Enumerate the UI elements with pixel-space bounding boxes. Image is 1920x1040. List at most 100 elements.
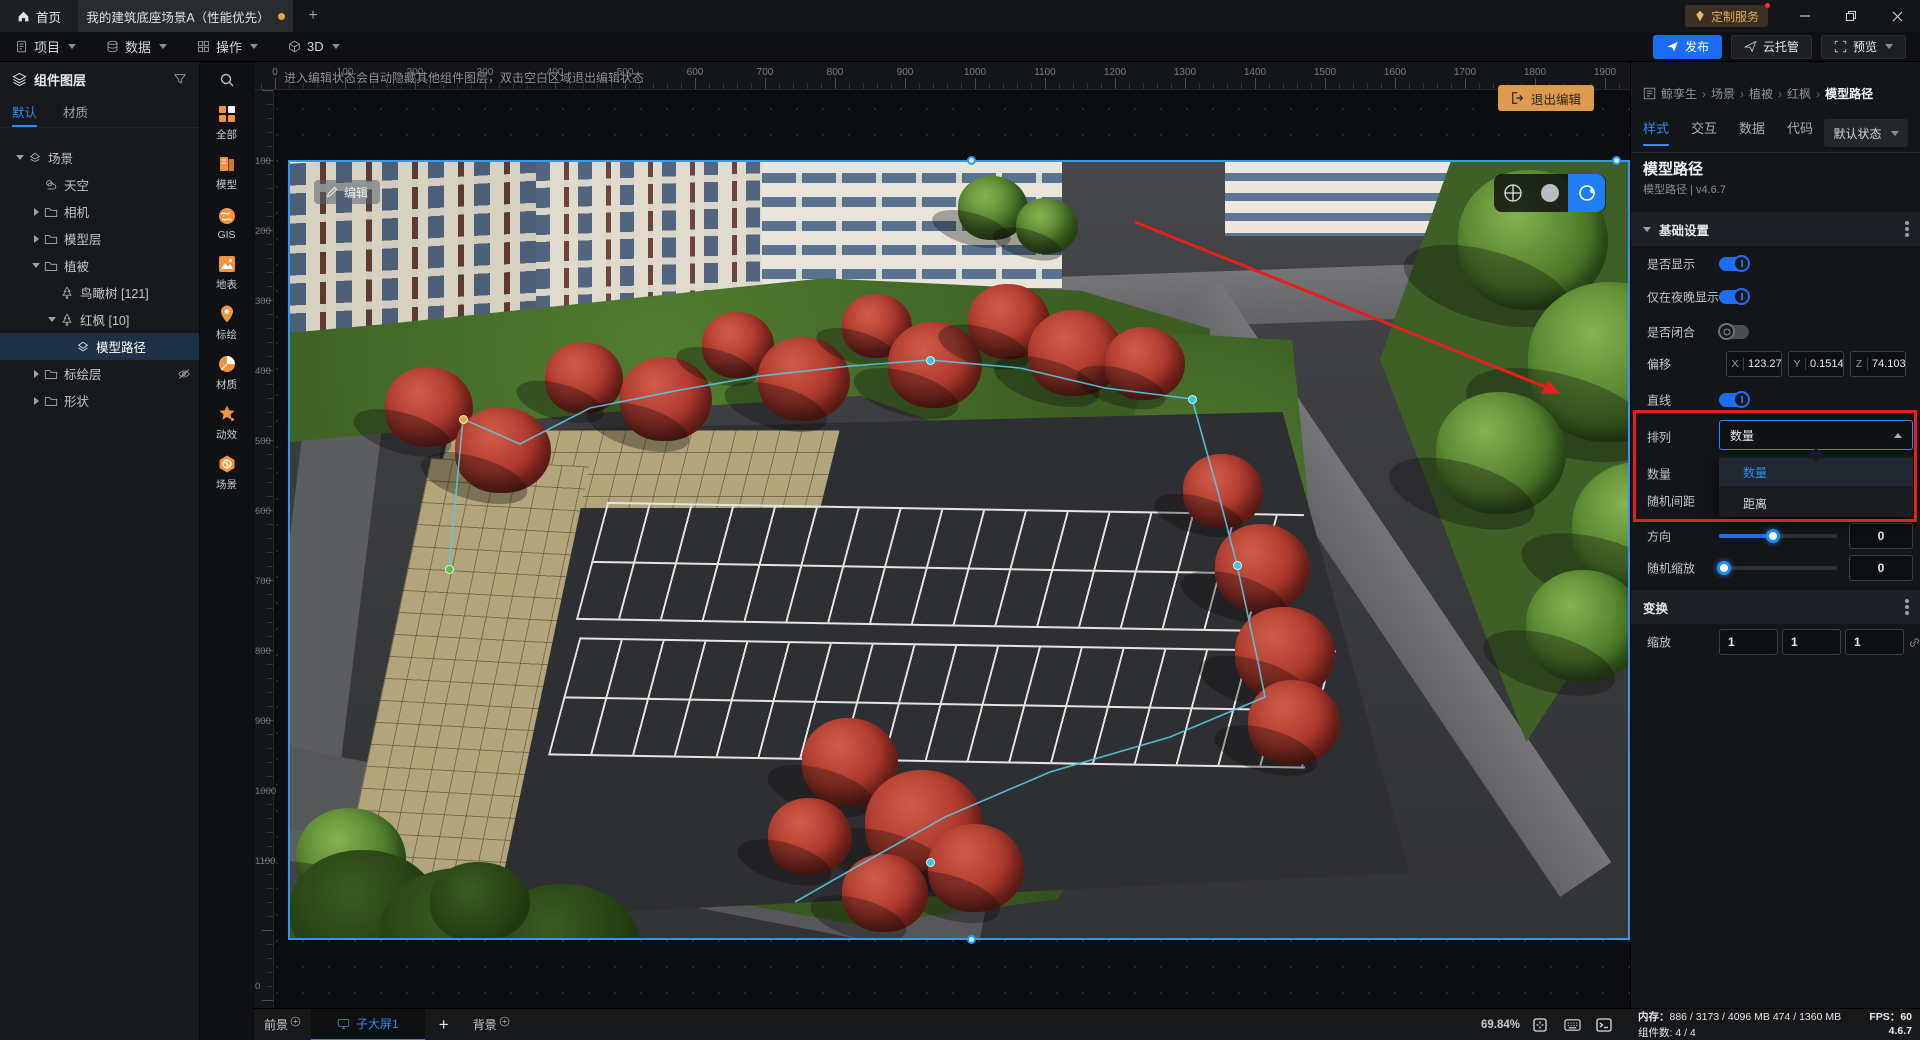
path-waypoint[interactable] bbox=[445, 565, 454, 574]
collapse-icon[interactable] bbox=[48, 317, 56, 322]
orbit-view-button[interactable] bbox=[1568, 174, 1605, 212]
menu-operation[interactable]: 操作 bbox=[182, 32, 273, 61]
link-icon[interactable] bbox=[1908, 636, 1920, 649]
dock-item-scene[interactable]: 场景 bbox=[200, 448, 253, 498]
tree-item-red-maple[interactable]: 红枫 [10] bbox=[0, 306, 199, 333]
dock-item-all[interactable]: 全部 bbox=[200, 98, 253, 148]
dock-item-terrain[interactable]: 地表 bbox=[200, 248, 253, 298]
tree-item-model-layer[interactable]: 模型层 bbox=[0, 225, 199, 252]
custom-service-button[interactable]: 定制服务 bbox=[1685, 5, 1768, 27]
offset-x-input[interactable]: X123.27 bbox=[1726, 351, 1782, 377]
offset-y-input[interactable]: Y0.1514 bbox=[1788, 351, 1844, 377]
add-screen-button[interactable]: + bbox=[425, 1015, 463, 1035]
collapse-icon[interactable] bbox=[32, 263, 40, 268]
dock-item-model[interactable]: 模型 bbox=[200, 148, 253, 198]
add-circle-icon[interactable] bbox=[290, 1016, 301, 1027]
tab-document[interactable]: 我的建筑底座场景A（性能优先） bbox=[78, 0, 293, 32]
globe-view-button[interactable] bbox=[1494, 174, 1531, 212]
menu-data[interactable]: 数据 bbox=[91, 32, 182, 61]
foreground-label[interactable]: 前景 bbox=[254, 1016, 311, 1033]
tab-code[interactable]: 代码 bbox=[1787, 118, 1813, 146]
path-waypoint[interactable] bbox=[926, 356, 935, 365]
maximize-button[interactable] bbox=[1828, 0, 1874, 32]
dock-item-gis[interactable]: GIS bbox=[200, 198, 253, 248]
dropdown-option-distance[interactable]: 距离 bbox=[1719, 489, 1913, 517]
screen-viewport[interactable]: 编辑 bbox=[288, 160, 1630, 940]
close-button[interactable] bbox=[1874, 0, 1920, 32]
offset-z-input[interactable]: Z74.103 bbox=[1850, 351, 1906, 377]
scene-hex-icon bbox=[217, 454, 237, 474]
tab-material[interactable]: 材质 bbox=[63, 96, 88, 127]
dropdown-option-count[interactable]: 数量 bbox=[1719, 458, 1913, 486]
kebab-menu-icon[interactable] bbox=[1905, 227, 1909, 231]
resize-handle-top-right[interactable] bbox=[1612, 156, 1621, 165]
arrange-select[interactable]: 数量 bbox=[1719, 420, 1913, 450]
expand-icon[interactable] bbox=[34, 370, 39, 378]
publish-button[interactable]: 发布 bbox=[1653, 35, 1722, 59]
add-circle-icon[interactable] bbox=[499, 1016, 510, 1027]
path-waypoint[interactable] bbox=[1233, 561, 1242, 570]
path-waypoint[interactable] bbox=[1188, 395, 1197, 404]
menu-project[interactable]: 项目 bbox=[0, 32, 91, 61]
path-waypoint[interactable] bbox=[459, 415, 468, 424]
expand-icon[interactable] bbox=[34, 208, 39, 216]
tree-item-shapes[interactable]: 形状 bbox=[0, 387, 199, 414]
random-scale-value-input[interactable]: 0 bbox=[1849, 555, 1913, 581]
resize-handle-top[interactable] bbox=[967, 156, 976, 165]
tree-item-camera[interactable]: 相机 bbox=[0, 198, 199, 225]
tab-home[interactable]: 首页 bbox=[0, 0, 78, 32]
menu-3d[interactable]: 3D bbox=[273, 32, 355, 61]
expand-icon[interactable] bbox=[34, 235, 39, 243]
minimize-button[interactable] bbox=[1782, 0, 1828, 32]
scale-y-input[interactable]: 1 bbox=[1782, 629, 1841, 655]
visible-toggle[interactable] bbox=[1719, 257, 1749, 271]
preview-button[interactable]: 预览 bbox=[1821, 35, 1906, 59]
background-label[interactable]: 背景 bbox=[463, 1016, 520, 1033]
collapse-icon[interactable] bbox=[16, 155, 24, 160]
flat-view-button[interactable] bbox=[1531, 174, 1568, 212]
scale-z-input[interactable]: 1 bbox=[1845, 629, 1904, 655]
tab-default[interactable]: 默认 bbox=[12, 96, 37, 127]
resize-handle-bottom[interactable] bbox=[967, 935, 976, 944]
tree-item-sky[interactable]: 天空 bbox=[0, 171, 199, 198]
direction-value-input[interactable]: 0 bbox=[1849, 523, 1913, 549]
state-select[interactable]: 默认状态 bbox=[1824, 119, 1908, 147]
filter-icon[interactable] bbox=[173, 72, 187, 86]
edit-badge[interactable]: 编辑 bbox=[314, 180, 380, 204]
section-basic-settings[interactable]: 基础设置 bbox=[1631, 212, 1920, 246]
tree-item-scene[interactable]: 场景 bbox=[0, 144, 199, 171]
cloud-host-button[interactable]: 云托管 bbox=[1731, 35, 1812, 59]
shortcut-keyboard-button[interactable] bbox=[1560, 1015, 1584, 1034]
tab-data[interactable]: 数据 bbox=[1739, 118, 1765, 146]
console-button[interactable] bbox=[1592, 1015, 1616, 1034]
line-toggle[interactable] bbox=[1719, 393, 1749, 407]
document-icon bbox=[15, 40, 28, 53]
random-scale-slider[interactable] bbox=[1719, 566, 1837, 570]
editor-canvas[interactable]: 0100200300400500600700800900100011001200… bbox=[254, 62, 1630, 1008]
expand-icon[interactable] bbox=[34, 397, 39, 405]
dock-item-plot[interactable]: 标绘 bbox=[200, 298, 253, 348]
exit-edit-button[interactable]: 退出编辑 bbox=[1498, 85, 1594, 111]
field-visible: 是否显示 bbox=[1631, 250, 1920, 278]
night-only-toggle[interactable] bbox=[1719, 290, 1749, 304]
kebab-menu-icon[interactable] bbox=[1905, 605, 1909, 609]
closed-toggle[interactable] bbox=[1719, 325, 1749, 339]
tree-item-bird-tree[interactable]: 鸟瞰树 [121] bbox=[0, 279, 199, 306]
direction-slider[interactable] bbox=[1719, 534, 1837, 538]
dock-item-effects[interactable]: 动效 bbox=[200, 398, 253, 448]
new-tab-button[interactable]: + bbox=[293, 0, 333, 32]
dock-item-material[interactable]: 材质 bbox=[200, 348, 253, 398]
tree-item-vegetation[interactable]: 植被 bbox=[0, 252, 199, 279]
zoom-level[interactable]: 69.84% bbox=[1481, 1019, 1520, 1031]
screen-tab-active[interactable]: 子大屏1 bbox=[311, 1009, 425, 1040]
section-transform[interactable]: 变换 bbox=[1631, 590, 1920, 624]
eye-off-icon[interactable] bbox=[177, 367, 191, 381]
tab-interaction[interactable]: 交互 bbox=[1691, 118, 1717, 146]
path-waypoint[interactable] bbox=[926, 858, 935, 867]
scale-x-input[interactable]: 1 bbox=[1719, 629, 1778, 655]
fit-screen-button[interactable] bbox=[1528, 1015, 1552, 1034]
tab-style[interactable]: 样式 bbox=[1643, 118, 1669, 146]
search-button[interactable] bbox=[200, 62, 253, 98]
tree-item-model-path[interactable]: 模型路径 bbox=[0, 333, 199, 360]
tree-item-plot-layer[interactable]: 标绘层 bbox=[0, 360, 199, 387]
